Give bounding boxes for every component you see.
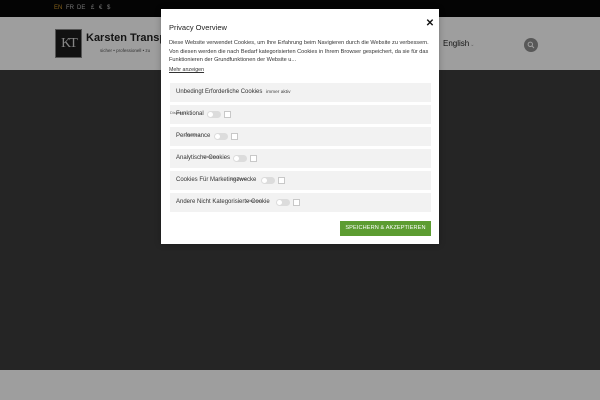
close-icon[interactable]: ✕ (425, 19, 435, 29)
category-name: Unbedingt Erforderliche Cookies (176, 89, 263, 95)
toggle-switch[interactable] (261, 177, 275, 184)
toggle-knob (208, 112, 213, 117)
always-active-note: immer aktiv (266, 90, 291, 95)
toggle-switch[interactable] (207, 111, 221, 118)
toggle-switch[interactable] (214, 133, 228, 140)
modal-description: Diese Website verwendet Cookies, um Ihre… (169, 40, 429, 63)
show-more-link[interactable]: Mehr anzeigen (169, 67, 204, 73)
toggle-state-label: Disabled (231, 176, 247, 181)
toggle-state-label: Disabled (170, 110, 186, 115)
toggle-state-label: Disabled (184, 132, 200, 137)
category-checkbox[interactable] (293, 199, 300, 206)
cookie-category-marketing[interactable]: Cookies Für Marketingzwecke Disabled (170, 171, 431, 190)
toggle-knob (234, 156, 239, 161)
toggle-knob (277, 200, 282, 205)
category-checkbox[interactable] (278, 177, 285, 184)
save-accept-button[interactable]: SPEICHERN & AKZEPTIEREN (340, 221, 431, 236)
cookie-category-other[interactable]: Andere Nicht Kategorisierte Cookie Disab… (170, 193, 431, 212)
category-checkbox[interactable] (250, 155, 257, 162)
toggle-state-label: Disabled (203, 154, 219, 159)
cookie-category-necessary[interactable]: Unbedingt Erforderliche Cookies immer ak… (170, 83, 431, 102)
toggle-knob (262, 178, 267, 183)
cookie-category-label: Unbedingt Erforderliche Cookies immer ak… (176, 89, 291, 95)
modal-title: Privacy Overview (169, 23, 227, 32)
category-checkbox[interactable] (231, 133, 238, 140)
privacy-modal: Privacy Overview ✕ Diese Website verwend… (161, 9, 439, 244)
category-checkbox[interactable] (224, 111, 231, 118)
toggle-switch[interactable] (233, 155, 247, 162)
toggle-switch[interactable] (276, 199, 290, 206)
toggle-knob (215, 134, 220, 139)
cookie-category-performance[interactable]: Performance Disabled (170, 127, 431, 146)
cookie-category-analytics[interactable]: Analytische Cookies Disabled (170, 149, 431, 168)
cookie-category-functional[interactable]: Funktional Disabled (170, 105, 431, 124)
toggle-state-label: Disabled (246, 198, 262, 203)
